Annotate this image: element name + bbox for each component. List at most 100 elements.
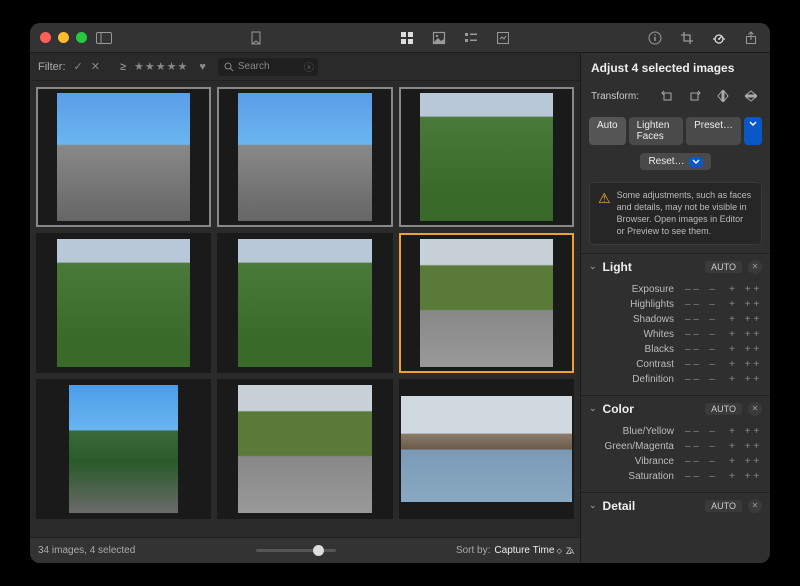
preview-view-icon[interactable] (494, 29, 512, 47)
step-plus-plus[interactable]: + + (742, 284, 762, 295)
step-plus[interactable]: + (722, 426, 742, 437)
step-plus[interactable]: + (722, 441, 742, 452)
single-view-icon[interactable] (430, 29, 448, 47)
step-minus-minus[interactable]: – – (682, 314, 702, 325)
step-minus[interactable]: – (702, 359, 722, 370)
section-header[interactable]: ⌄ Color AUTO ✕ (581, 396, 770, 422)
step-plus-plus[interactable]: + + (742, 359, 762, 370)
rotate-right-icon[interactable] (686, 87, 704, 105)
adjust-row: Contrast– ––++ + (589, 357, 762, 372)
step-minus[interactable]: – (702, 426, 722, 437)
step-minus-minus[interactable]: – – (682, 344, 702, 355)
reset-section-icon[interactable]: ✕ (748, 260, 762, 274)
thumbnail-grid[interactable] (30, 81, 580, 537)
step-plus-plus[interactable]: + + (742, 426, 762, 437)
step-minus[interactable]: – (702, 329, 722, 340)
thumbnail[interactable] (217, 87, 392, 227)
chevron-down-icon: ⌄ (589, 261, 597, 272)
reset-section-icon[interactable]: ✕ (748, 402, 762, 416)
sort-direction-icon[interactable]: ZA (566, 546, 572, 556)
step-minus[interactable]: – (702, 456, 722, 467)
step-minus-minus[interactable]: – – (682, 299, 702, 310)
reject-filter-icon[interactable]: ✕ (91, 60, 100, 73)
flip-vertical-icon[interactable] (742, 87, 760, 105)
section-header[interactable]: ⌄ Detail AUTO ✕ (581, 493, 770, 519)
auto-light-button[interactable]: AUTO (705, 261, 742, 273)
step-plus-plus[interactable]: + + (742, 299, 762, 310)
lighten-faces-button[interactable]: Lighten Faces (629, 117, 684, 145)
section-header[interactable]: ⌄ Light AUTO ✕ (581, 254, 770, 280)
search-clear-icon[interactable]: ⓧ (304, 59, 314, 74)
step-minus[interactable]: – (702, 441, 722, 452)
thumbnail-size-slider[interactable] (256, 549, 336, 552)
step-minus-minus[interactable]: – – (682, 471, 702, 482)
auto-detail-button[interactable]: AUTO (705, 500, 742, 512)
reset-section-icon[interactable]: ✕ (748, 499, 762, 513)
sort-control[interactable]: Sort by: Capture Time◇ ZA (456, 545, 572, 556)
adjust-label: Saturation (589, 471, 682, 482)
minimize-window[interactable] (58, 32, 69, 43)
step-plus[interactable]: + (722, 329, 742, 340)
rotate-left-icon[interactable] (658, 87, 676, 105)
step-minus[interactable]: – (702, 284, 722, 295)
favorite-filter-icon[interactable]: ♥ (199, 61, 206, 73)
step-plus-plus[interactable]: + + (742, 314, 762, 325)
auto-button[interactable]: Auto (589, 117, 626, 145)
sidebar-toggle-icon[interactable] (95, 29, 113, 47)
adjust-icon[interactable] (710, 29, 728, 47)
step-plus[interactable]: + (722, 359, 742, 370)
preset-button[interactable]: Preset… (686, 117, 741, 145)
step-plus-plus[interactable]: + + (742, 344, 762, 355)
thumbnail[interactable] (36, 233, 211, 373)
step-minus[interactable]: – (702, 471, 722, 482)
adjust-row: Definition– ––++ + (589, 372, 762, 387)
reset-button[interactable]: Reset… (640, 153, 710, 170)
thumbnail[interactable] (36, 379, 211, 519)
step-plus-plus[interactable]: + + (742, 456, 762, 467)
crop-icon[interactable] (678, 29, 696, 47)
step-minus-minus[interactable]: – – (682, 441, 702, 452)
step-plus-plus[interactable]: + + (742, 374, 762, 385)
step-plus[interactable]: + (722, 471, 742, 482)
step-minus[interactable]: – (702, 314, 722, 325)
step-plus[interactable]: + (722, 299, 742, 310)
thumbnail[interactable] (36, 87, 211, 227)
thumbnail[interactable] (399, 87, 574, 227)
step-plus[interactable]: + (722, 344, 742, 355)
step-minus-minus[interactable]: – – (682, 456, 702, 467)
rating-filter[interactable]: ★★★★★ (134, 60, 187, 73)
detail-section: ⌄ Detail AUTO ✕ (581, 492, 770, 519)
step-minus-minus[interactable]: – – (682, 329, 702, 340)
thumbnail[interactable] (399, 233, 574, 373)
step-minus[interactable]: – (702, 344, 722, 355)
step-minus[interactable]: – (702, 299, 722, 310)
info-icon[interactable] (646, 29, 664, 47)
flip-horizontal-icon[interactable] (714, 87, 732, 105)
step-minus-minus[interactable]: – – (682, 374, 702, 385)
zoom-window[interactable] (76, 32, 87, 43)
step-plus[interactable]: + (722, 374, 742, 385)
step-minus-minus[interactable]: – – (682, 359, 702, 370)
share-icon[interactable] (742, 29, 760, 47)
list-view-icon[interactable] (462, 29, 480, 47)
thumbnail[interactable] (217, 233, 392, 373)
step-plus[interactable]: + (722, 284, 742, 295)
light-section: ⌄ Light AUTO ✕ Exposure– ––++ +Highlight… (581, 253, 770, 395)
thumbnail[interactable] (217, 379, 392, 519)
step-plus-plus[interactable]: + + (742, 329, 762, 340)
step-plus[interactable]: + (722, 456, 742, 467)
step-plus-plus[interactable]: + + (742, 471, 762, 482)
step-minus[interactable]: – (702, 374, 722, 385)
auto-color-button[interactable]: AUTO (705, 403, 742, 415)
preset-dropdown[interactable] (744, 117, 762, 145)
search-input[interactable]: Search ⓧ (218, 58, 318, 76)
step-minus-minus[interactable]: – – (682, 284, 702, 295)
tag-icon[interactable] (247, 29, 265, 47)
step-plus-plus[interactable]: + + (742, 441, 762, 452)
thumbnail[interactable] (399, 379, 574, 519)
close-window[interactable] (40, 32, 51, 43)
step-minus-minus[interactable]: – – (682, 426, 702, 437)
grid-view-icon[interactable] (398, 29, 416, 47)
step-plus[interactable]: + (722, 314, 742, 325)
pick-filter-icon[interactable]: ✓ (74, 60, 83, 73)
